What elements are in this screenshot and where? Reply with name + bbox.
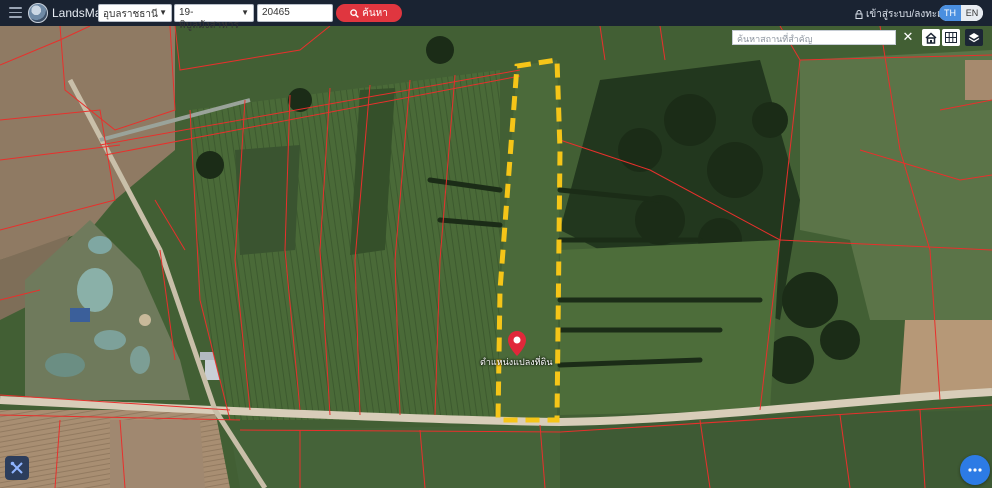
search-button-label: ค้นหา: [362, 7, 388, 19]
language-toggle: TH EN: [939, 5, 983, 21]
app-logo[interactable]: [28, 3, 48, 23]
chevron-down-icon: ▼: [159, 8, 167, 17]
satellite-map[interactable]: [0, 26, 992, 488]
grid-icon: [945, 32, 957, 43]
crop-field-dark: [235, 145, 300, 255]
tools-button[interactable]: [5, 456, 29, 480]
lock-icon: [855, 10, 863, 19]
marker-label: ตำแหน่งแปลงที่ดิน: [480, 357, 553, 367]
grid-button[interactable]: [942, 29, 960, 46]
lang-th-button[interactable]: TH: [939, 5, 961, 21]
crop-fields-center: [190, 70, 500, 420]
district-select[interactable]: 19-พิบูลมังสาหาร ▼: [174, 4, 254, 31]
parcel-number-value: 20465: [262, 7, 290, 18]
home-button[interactable]: [922, 29, 940, 46]
layers-icon: [968, 32, 980, 42]
pond: [88, 236, 112, 254]
dry-field-east-2: [965, 60, 992, 100]
pond: [77, 268, 113, 312]
dry-field-east: [900, 320, 992, 395]
tools-icon: [10, 461, 23, 474]
pond: [45, 353, 85, 377]
chevron-down-icon: ▼: [241, 8, 249, 17]
lang-en-button[interactable]: EN: [961, 5, 983, 21]
hamburger-icon[interactable]: [9, 7, 22, 18]
pond: [139, 314, 151, 326]
top-navbar: LandsMaps อุบลราชธานี ▼ 19-พิบูลมังสาหาร…: [0, 0, 992, 31]
place-search-placeholder: ค้นหาสถานที่สำคัญ: [737, 34, 813, 44]
chat-button[interactable]: [960, 455, 990, 485]
search-icon: [350, 8, 360, 18]
place-search-input[interactable]: ค้นหาสถานที่สำคัญ: [732, 30, 896, 45]
pond: [94, 330, 126, 350]
close-icon[interactable]: ✕: [901, 29, 915, 45]
parcel-number-input[interactable]: 20465: [257, 4, 333, 22]
field-south: [230, 425, 560, 488]
pond: [130, 346, 150, 374]
building: [70, 308, 90, 322]
home-icon: [925, 31, 937, 44]
layers-button[interactable]: [965, 29, 983, 46]
map-canvas[interactable]: [0, 26, 992, 488]
province-select[interactable]: อุบลราชธานี ▼: [98, 4, 172, 22]
province-select-value: อุบลราชธานี: [103, 9, 158, 20]
chat-icon: [968, 468, 982, 472]
district-select-value: 19-พิบูลมังสาหาร: [179, 7, 239, 31]
search-button[interactable]: ค้นหา: [336, 4, 402, 22]
